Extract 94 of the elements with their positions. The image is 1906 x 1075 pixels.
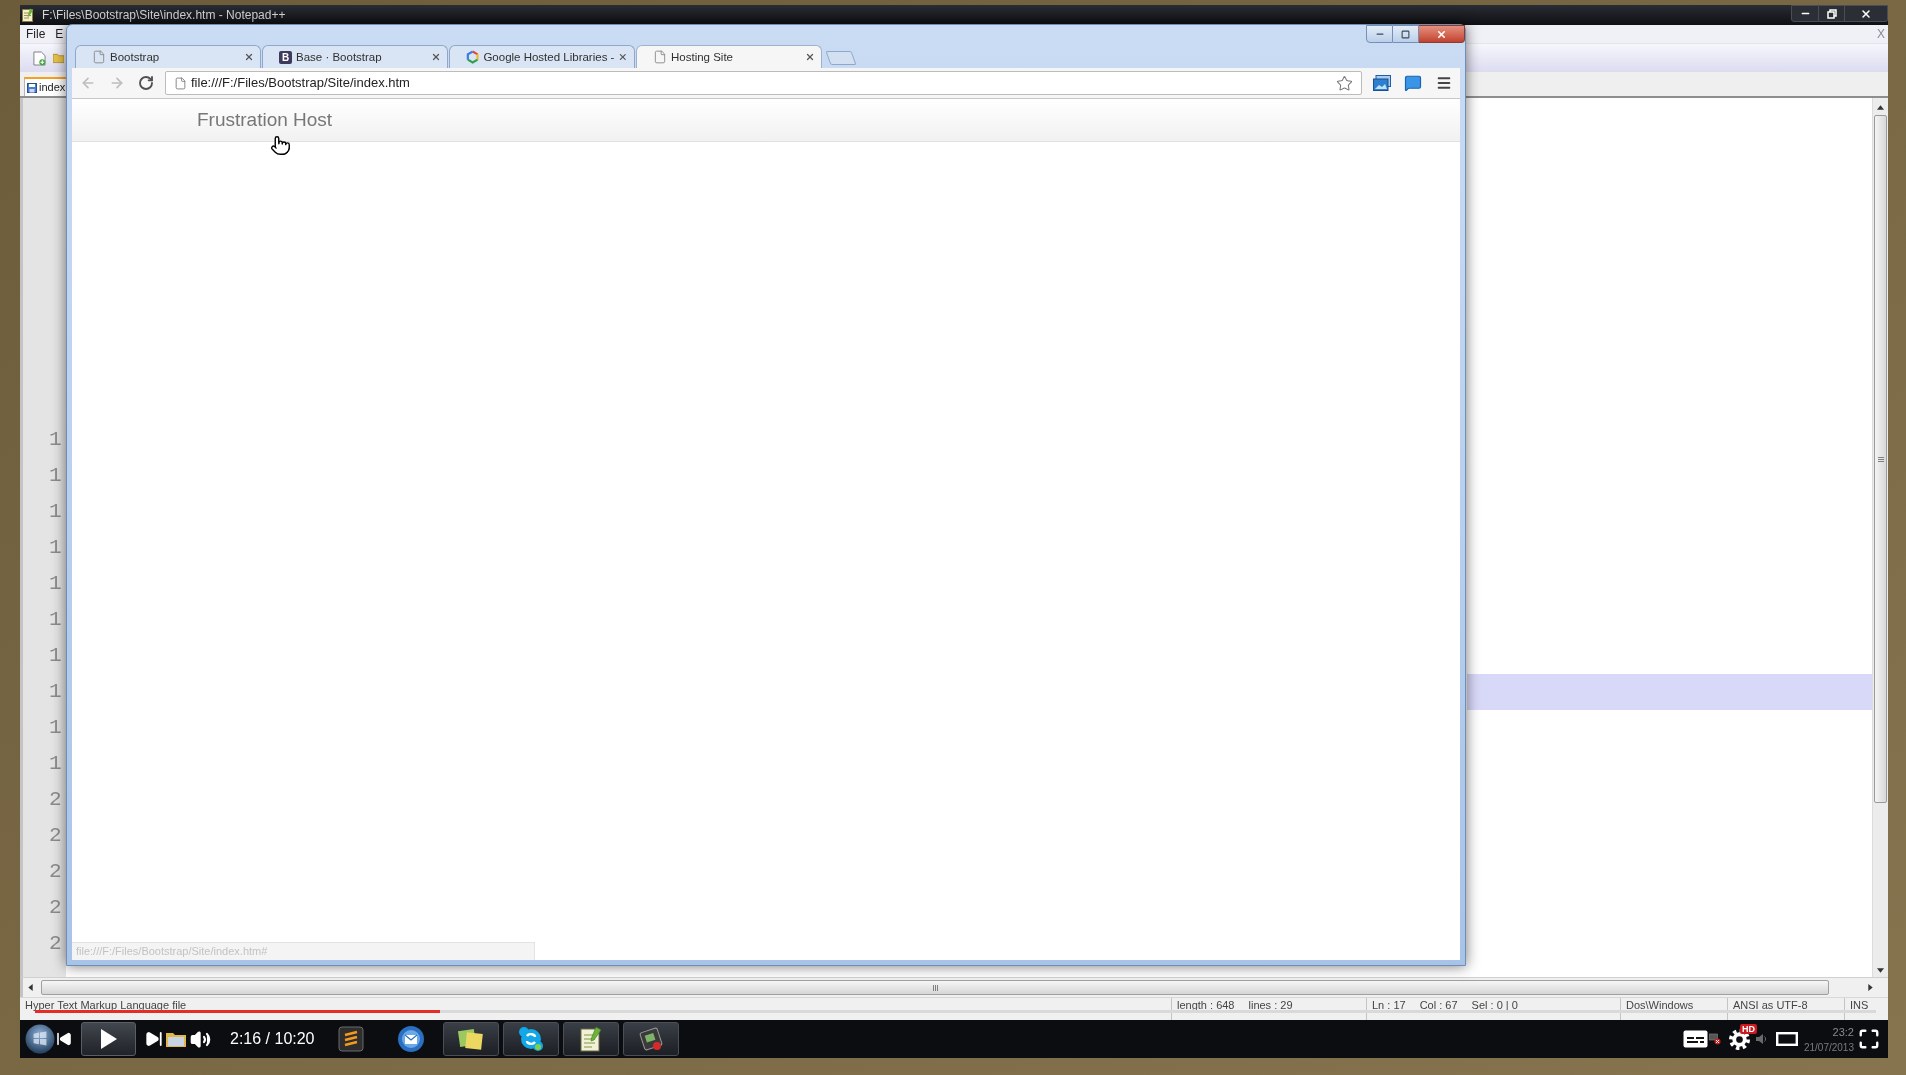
cloud-icon xyxy=(516,1025,545,1053)
close-icon xyxy=(1436,28,1447,40)
close-icon[interactable] xyxy=(244,52,254,62)
menu-icon[interactable] xyxy=(1436,75,1452,91)
close-button[interactable] xyxy=(1419,25,1465,43)
play-button[interactable] xyxy=(81,1022,136,1056)
notepad-icon xyxy=(578,1026,603,1052)
star-icon[interactable] xyxy=(1336,74,1353,92)
browser-tab[interactable]: B Base · Bootstrap xyxy=(262,45,448,68)
line-number: 1 xyxy=(49,500,62,524)
status-text: Dos\Windows xyxy=(1626,999,1694,1013)
address-bar[interactable]: file:///F:/Files/Bootstrap/Site/index.htm xyxy=(165,71,1362,95)
line-number: 1 xyxy=(49,428,62,452)
picture-frame-icon[interactable] xyxy=(1373,75,1391,91)
status-text: Ln : 17 xyxy=(1372,999,1406,1013)
hand-cursor-icon xyxy=(270,135,291,156)
page-icon xyxy=(653,50,667,64)
vertical-scrollbar[interactable] xyxy=(1872,98,1888,977)
tablet-icon xyxy=(637,1026,664,1052)
status-text: Hyper Text Markup Language file xyxy=(25,999,187,1013)
horizontal-scrollbar[interactable] xyxy=(20,977,1888,997)
close-button[interactable] xyxy=(1845,5,1888,22)
status-text: Col : 67 xyxy=(1419,999,1458,1013)
browser-tab[interactable]: Hosting Site xyxy=(636,45,822,68)
clock-date: 21/07/2013 xyxy=(1803,1041,1854,1053)
folder-icon[interactable] xyxy=(166,1031,186,1047)
line-number: 2 xyxy=(49,932,62,956)
new-file-icon[interactable] xyxy=(33,50,46,66)
taskbar-button[interactable] xyxy=(502,1022,559,1056)
striped-tile-icon xyxy=(337,1026,364,1052)
line-number: 1 xyxy=(49,752,62,776)
page-icon xyxy=(92,50,106,64)
taskbar-button[interactable] xyxy=(442,1022,499,1056)
quality-label: HD xyxy=(1739,1023,1757,1034)
line-number: 1 xyxy=(49,464,62,488)
status-text: lines : 29 xyxy=(1248,999,1293,1013)
line-number: 1 xyxy=(49,536,62,560)
wide-rectangle-icon[interactable] xyxy=(1775,1032,1798,1046)
expand-corners-icon[interactable] xyxy=(1858,1028,1880,1050)
close-icon xyxy=(1860,7,1872,20)
line-number: 2 xyxy=(49,824,62,848)
line-number: 2 xyxy=(49,896,62,920)
line-number: 1 xyxy=(49,572,62,596)
brand-link[interactable]: Frustration Host xyxy=(197,109,333,131)
page-icon xyxy=(174,76,187,90)
up-arrow-icon[interactable] xyxy=(1877,105,1884,110)
grip-icon xyxy=(932,984,938,991)
menu-item[interactable]: E xyxy=(55,27,64,41)
skip-forward-icon[interactable] xyxy=(145,1030,163,1048)
time-display: 2:16 / 10:20 xyxy=(230,1029,315,1049)
orb-icon[interactable] xyxy=(25,1024,55,1054)
browser-tab[interactable]: Google Hosted Libraries - xyxy=(449,45,635,68)
close-icon[interactable] xyxy=(431,52,441,62)
text-box-icon[interactable] xyxy=(1682,1030,1708,1048)
close-icon[interactable] xyxy=(805,52,815,62)
line-number: 2 xyxy=(49,860,62,884)
document-tab[interactable]: index xyxy=(24,77,69,96)
reload-icon[interactable] xyxy=(138,75,154,91)
left-arrow-icon[interactable] xyxy=(28,984,33,991)
sticky-notes-icon xyxy=(456,1027,485,1051)
line-number: 1 xyxy=(49,608,62,632)
restore-icon xyxy=(1826,8,1837,19)
close-icon[interactable] xyxy=(618,52,628,62)
notepad-icon xyxy=(22,8,34,22)
maximize-icon xyxy=(1401,29,1410,39)
status-text: INS xyxy=(1850,999,1869,1013)
browser-tab[interactable]: Bootstrap xyxy=(75,45,261,68)
window-title: F:\Files\Bootstrap\Site\index.htm - Notepad++ xyxy=(42,8,286,22)
minimize-button[interactable] xyxy=(1366,25,1393,43)
line-number: 1 xyxy=(49,644,62,668)
speech-bubble-icon[interactable] xyxy=(1404,74,1422,92)
hexagon-icon xyxy=(466,50,480,64)
status-text: length : 648 xyxy=(1177,999,1235,1013)
maximize-button[interactable] xyxy=(1393,25,1419,43)
status-text: ANSI as UTF-8 xyxy=(1733,999,1808,1013)
menu-item[interactable]: File xyxy=(26,27,46,41)
restore-button[interactable] xyxy=(1819,5,1845,22)
clock-time: 23:2 xyxy=(1832,1025,1854,1038)
down-arrow-icon[interactable] xyxy=(1877,968,1884,973)
taskbar-button[interactable] xyxy=(622,1022,679,1056)
url-text: file:///F:/Files/Bootstrap/Site/index.htm xyxy=(191,75,410,91)
taskbar-button[interactable] xyxy=(562,1022,619,1056)
line-number: 1 xyxy=(49,716,62,740)
letter-favicon: B xyxy=(279,50,292,64)
envelope-globe-icon xyxy=(396,1025,425,1053)
monitor-cross-icon xyxy=(1708,1033,1721,1045)
right-arrow-icon[interactable] xyxy=(1868,984,1873,991)
speaker-icon xyxy=(1755,1033,1767,1045)
line-number: 2 xyxy=(49,788,62,812)
scrollbar-thumb[interactable] xyxy=(1874,115,1887,803)
line-number: 1 xyxy=(49,680,62,704)
grip-icon xyxy=(1877,456,1884,462)
skip-back-icon[interactable] xyxy=(56,1031,72,1047)
scrollbar-thumb[interactable] xyxy=(41,980,1829,995)
